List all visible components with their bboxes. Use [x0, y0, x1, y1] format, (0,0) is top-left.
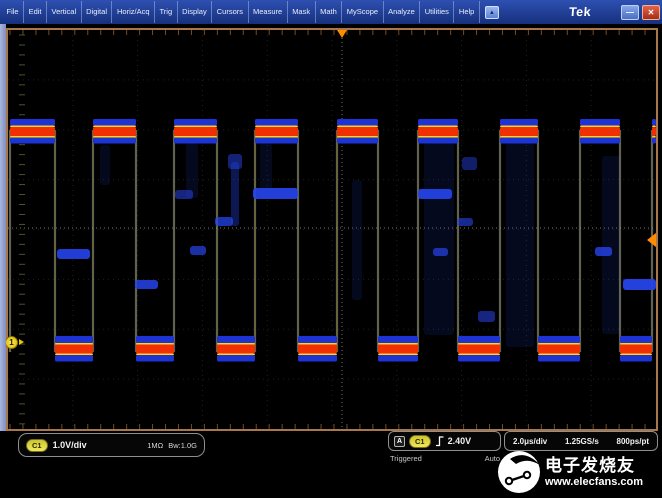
menu-extra-button[interactable]: ▴ — [485, 6, 499, 19]
watermark-url: www.elecfans.com — [545, 476, 643, 489]
menu-items: FileEditVerticalDigitalHoriz/AcqTrigDisp… — [2, 1, 480, 23]
channel1-position-marker[interactable]: 1 — [5, 335, 27, 349]
close-icon: ✕ — [648, 8, 655, 17]
rising-edge-icon — [435, 435, 444, 447]
channel1-readout[interactable]: C1 1.0V/div 1MΩ Bw:1.0G — [18, 433, 205, 457]
menu-item-file[interactable]: File — [2, 1, 24, 23]
close-button[interactable]: ✕ — [642, 5, 660, 20]
channel1-pill: C1 — [26, 439, 48, 452]
watermark-text: 电子发烧友 www.elecfans.com — [545, 456, 643, 489]
trigger-readout[interactable]: A C1 2.40V — [388, 431, 501, 451]
window-edge-strip — [0, 24, 6, 498]
menu-item-mask[interactable]: Mask — [288, 1, 316, 23]
scope-canvas[interactable] — [8, 30, 656, 429]
menu-bar: FileEditVerticalDigitalHoriz/AcqTrigDisp… — [0, 0, 662, 24]
readout-bar: C1 1.0V/div 1MΩ Bw:1.0G A C1 2.40V Trigg… — [0, 431, 662, 498]
trigger-source-badge: A — [394, 436, 405, 447]
menu-item-vertical[interactable]: Vertical — [47, 1, 82, 23]
minimize-icon: — — [626, 8, 634, 17]
menu-item-trig[interactable]: Trig — [155, 1, 178, 23]
tek-logo: Tek — [568, 5, 591, 19]
elecfans-logo-icon — [497, 450, 541, 494]
caret-icon: ▴ — [490, 9, 494, 16]
channel1-bandwidth: Bw:1.0G — [168, 441, 197, 450]
menu-item-utilities[interactable]: Utilities — [420, 1, 454, 23]
trigger-channel-pill: C1 — [409, 435, 431, 448]
menu-item-horiz-acq[interactable]: Horiz/Acq — [112, 1, 155, 23]
channel1-arrow-icon — [19, 339, 24, 345]
waveform-display[interactable]: 1 — [8, 30, 656, 429]
channel1-badge: 1 — [5, 336, 18, 349]
minimize-button[interactable]: — — [621, 5, 639, 20]
menu-item-measure[interactable]: Measure — [249, 1, 288, 23]
trigger-level: 2.40V — [448, 436, 472, 446]
menu-item-digital[interactable]: Digital — [82, 1, 113, 23]
trigger-status-row: Triggered Auto — [390, 454, 500, 463]
menu-item-edit[interactable]: Edit — [24, 1, 47, 23]
sample-rate: 1.25GS/s — [565, 437, 599, 446]
menu-item-help[interactable]: Help — [454, 1, 479, 23]
elecfans-watermark: 电子发烧友 www.elecfans.com — [497, 446, 660, 498]
channel1-impedance: 1MΩ — [147, 441, 163, 450]
menu-item-math[interactable]: Math — [316, 1, 343, 23]
trigger-status: Triggered — [390, 454, 422, 463]
watermark-name: 电子发烧友 — [545, 456, 643, 476]
menu-item-myscope[interactable]: MyScope — [342, 1, 383, 23]
channel1-scale: 1.0V/div — [53, 440, 87, 450]
menu-item-display[interactable]: Display — [178, 1, 213, 23]
oscilloscope-window: FileEditVerticalDigitalHoriz/AcqTrigDisp… — [0, 0, 662, 498]
menu-item-analyze[interactable]: Analyze — [384, 1, 421, 23]
record-resolution: 800ps/pt — [617, 437, 649, 446]
menu-item-cursors[interactable]: Cursors — [212, 1, 248, 23]
timebase: 2.0μs/div — [513, 437, 547, 446]
